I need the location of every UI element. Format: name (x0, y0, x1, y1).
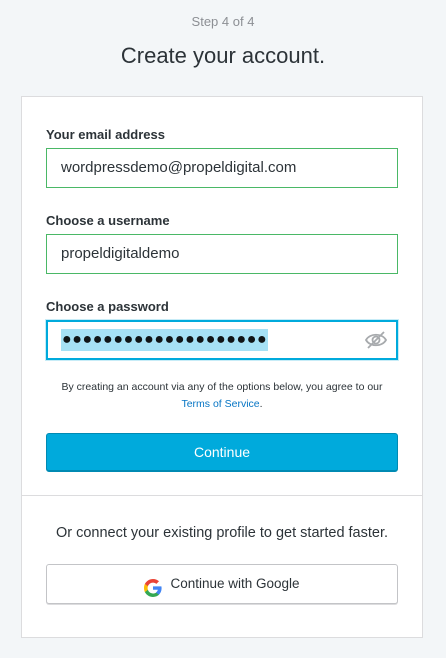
password-label: Choose a password (46, 299, 169, 314)
step-indicator: Step 4 of 4 (191, 14, 255, 29)
username-field[interactable]: propeldigitaldemo (46, 234, 398, 274)
password-field[interactable]: ●●●●●●●●●●●●●●●●●●●● (46, 320, 398, 360)
page-title: Create your account. (120, 43, 326, 68)
email-field[interactable]: wordpressdemo@propeldigital.com (46, 148, 398, 188)
section-divider (22, 495, 422, 496)
email-label: Your email address (46, 127, 165, 142)
eye-slash-icon[interactable] (364, 329, 388, 351)
terms-notice: By creating an account via any of the op… (61, 381, 383, 410)
password-value: ●●●●●●●●●●●●●●●●●●●● (61, 329, 269, 352)
google-logo-icon (144, 574, 163, 598)
username-label: Choose a username (46, 213, 170, 228)
social-connect-text: Or connect your existing profile to get … (55, 525, 389, 541)
continue-button[interactable]: Continue (46, 433, 398, 472)
signup-card: Your email address wordpressdemo@propeld… (21, 96, 423, 638)
terms-of-service-link[interactable]: Terms of Service (181, 398, 259, 410)
continue-with-google-button[interactable]: Continue with Google (46, 564, 398, 604)
google-button-label: Continue with Google (170, 576, 300, 591)
